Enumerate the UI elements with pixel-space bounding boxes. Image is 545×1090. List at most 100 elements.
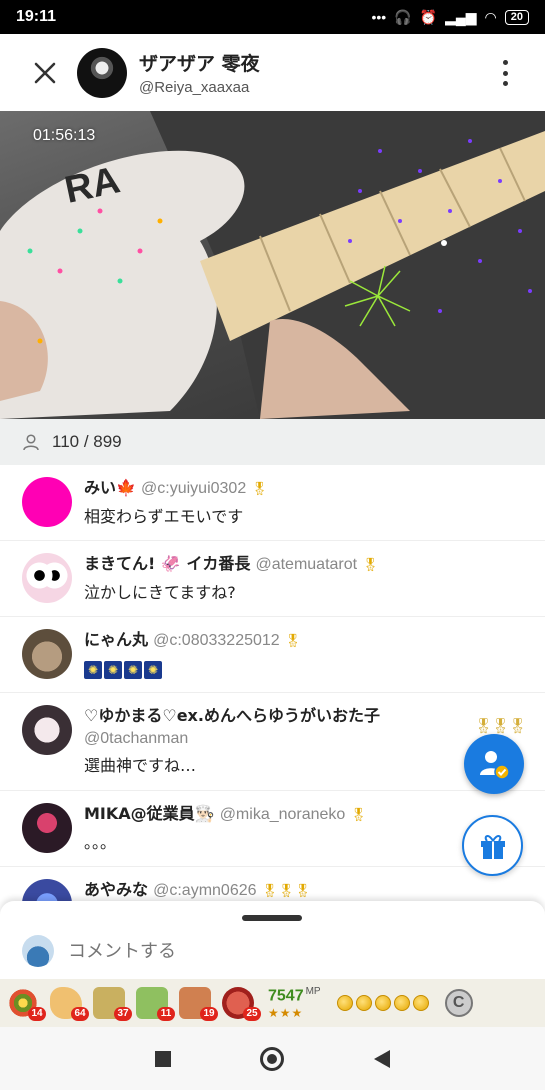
gift-count-badge: 11	[157, 1007, 175, 1021]
medals-icon: 🎖🎖🎖	[474, 717, 527, 735]
host-avatar[interactable]	[77, 47, 127, 98]
stream-elapsed-time: 01:56:13	[33, 127, 96, 144]
follow-profile-button[interactable]	[464, 734, 524, 794]
comment-avatar[interactable]	[22, 803, 72, 853]
comment-avatar[interactable]	[22, 477, 72, 527]
viewer-count: 110 / 899	[52, 432, 122, 451]
video-frame: RA	[0, 111, 545, 419]
comment-handle: @mika_noraneko	[219, 806, 346, 823]
comment-body: まきてん! 🦑 イカ番長 @atemuatarot 🎖 泣かしにきてますね?	[84, 553, 379, 616]
host-name: ザアザア 零夜	[139, 53, 260, 75]
gift-count-badge: 25	[243, 1007, 261, 1021]
home-button[interactable]	[260, 1046, 285, 1071]
mp-value: 7547	[268, 987, 304, 1005]
battery-icon: 20	[504, 9, 529, 25]
status-icons: ••• 🎧 ⏰ ▂▄▆ ◠ 20	[371, 9, 529, 26]
comment-text: 相変わらずエモいです	[84, 507, 244, 526]
coin-icon	[355, 995, 372, 1011]
coin-icon	[336, 995, 353, 1011]
comment-item[interactable]: ♡ゆかまる♡ex.めんへらゆうがいおた子 @0tachanman 選曲神ですね…	[0, 693, 545, 791]
system-nav-bar	[0, 1027, 545, 1090]
comment-author: ♡ゆかまる♡ex.めんへらゆうがいおた子	[84, 706, 380, 725]
my-avatar	[22, 935, 54, 967]
close-icon	[34, 62, 56, 83]
gift-bar[interactable]: 14 64 37 11 19 25 7547 MP ★★★ C	[0, 979, 545, 1027]
sheet-drag-handle[interactable]	[242, 915, 302, 921]
more-dot-icon	[502, 70, 508, 76]
comment-item[interactable]: まきてん! 🦑 イカ番長 @atemuatarot 🎖 泣かしにきてますね?	[0, 541, 545, 617]
comment-emoji-row: ✺ ✺ ✺ ✺	[84, 658, 301, 680]
comment-author: にゃん丸	[84, 630, 149, 649]
comment-compose-row	[22, 935, 368, 967]
comment-body: みい🍁 @c:yuiyui0302 🎖 相変わらずエモいです	[84, 477, 268, 540]
mp-stars: ★★★	[268, 1005, 304, 1020]
host-info[interactable]: ザアザア 零夜 @Reiya_xaaxaa	[139, 49, 260, 96]
fireworks-emoji-icon: ✺	[84, 661, 102, 679]
medal-icon: 🎖	[251, 482, 268, 497]
gift-item[interactable]: 19	[176, 983, 218, 1023]
comment-body: にゃん丸 @c:08033225012 🎖 ✺ ✺ ✺ ✺	[84, 629, 301, 692]
coin-icon	[374, 995, 391, 1011]
wifi-icon: ◠	[484, 8, 497, 25]
comment-sheet	[0, 901, 545, 979]
medal-icon: 🎖	[362, 558, 379, 573]
gift-item[interactable]: 64	[47, 983, 89, 1023]
stream-header: ザアザア 零夜 @Reiya_xaaxaa	[0, 34, 545, 111]
comment-item[interactable]: あやみな @c:aymn0626 🎖🎖🎖	[0, 867, 545, 905]
back-button[interactable]	[374, 1049, 391, 1068]
comment-author: まきてん! 🦑 イカ番長	[84, 554, 251, 573]
comment-avatar[interactable]	[22, 705, 72, 755]
gift-count-badge: 37	[114, 1007, 132, 1021]
host-handle: @Reiya_xaaxaa	[139, 79, 250, 96]
comment-avatar[interactable]	[22, 629, 72, 679]
comment-author: MIKA@従業員👨🏻‍🍳	[84, 804, 215, 823]
more-options-button[interactable]	[499, 60, 511, 86]
coin-row[interactable]	[336, 995, 429, 1011]
gift-item[interactable]: 37	[90, 983, 132, 1023]
gift-item[interactable]: 25	[219, 983, 261, 1023]
mp-balance[interactable]: 7547 MP ★★★	[268, 986, 321, 1019]
gift-button[interactable]	[462, 815, 523, 876]
close-button[interactable]	[25, 53, 65, 93]
comment-author: あやみな	[84, 880, 149, 899]
comment-handle: @c:aymn0626	[153, 882, 257, 899]
status-time: 19:11	[16, 8, 57, 25]
medal-icon: 🎖	[284, 634, 302, 649]
gift-count-badge: 64	[71, 1007, 89, 1021]
comment-handle: @c:yuiyui0302	[141, 480, 247, 497]
fireworks-emoji-icon: ✺	[104, 661, 122, 679]
gift-item[interactable]: 11	[133, 983, 175, 1023]
comment-handle: @atemuatarot	[255, 556, 358, 573]
comment-handle: @c:08033225012	[153, 632, 280, 649]
dots-icon: •••	[371, 9, 387, 25]
viewer-count-bar: 110 / 899	[0, 419, 545, 465]
user-check-icon	[480, 751, 510, 780]
recents-button[interactable]	[154, 1050, 171, 1067]
mp-unit: MP	[305, 986, 321, 998]
comment-item[interactable]: にゃん丸 @c:08033225012 🎖 ✺ ✺ ✺ ✺	[0, 617, 545, 693]
more-dot-icon	[502, 60, 508, 65]
comment-text: 。。。	[84, 833, 117, 852]
coin-icon	[412, 995, 429, 1011]
gift-count-badge: 14	[28, 1007, 46, 1021]
headphones-icon: 🎧	[394, 8, 412, 25]
comment-handle: @0tachanman	[84, 730, 189, 747]
coin-icon	[393, 995, 410, 1011]
person-icon	[23, 434, 39, 451]
comment-body: ♡ゆかまる♡ex.めんへらゆうがいおた子 @0tachanman 選曲神ですね…	[84, 705, 380, 790]
live-stream-screen: 19:11 ••• 🎧 ⏰ ▂▄▆ ◠ 20 ザアザア 零夜 @Reiya_xa…	[0, 0, 545, 1090]
status-bar: 19:11 ••• 🎧 ⏰ ▂▄▆ ◠ 20	[0, 0, 545, 34]
more-dot-icon	[502, 81, 508, 86]
comment-input[interactable]	[68, 940, 368, 962]
gift-count-badge: 19	[200, 1007, 218, 1021]
gift-item[interactable]: 14	[4, 983, 46, 1023]
comment-text: 選曲神ですね…	[84, 756, 197, 775]
triple-medal-icon: 🎖🎖🎖	[261, 884, 312, 899]
comment-author: みい🍁	[84, 478, 136, 497]
comment-avatar[interactable]	[22, 553, 72, 603]
alarm-icon: ⏰	[419, 8, 438, 25]
comment-item[interactable]: みい🍁 @c:yuiyui0302 🎖 相変わらずエモいです	[0, 465, 545, 541]
c-coin-button[interactable]: C	[444, 989, 473, 1017]
signal-icon: ▂▄▆	[445, 8, 477, 25]
video-player[interactable]: RA 01:56:13	[0, 111, 545, 419]
